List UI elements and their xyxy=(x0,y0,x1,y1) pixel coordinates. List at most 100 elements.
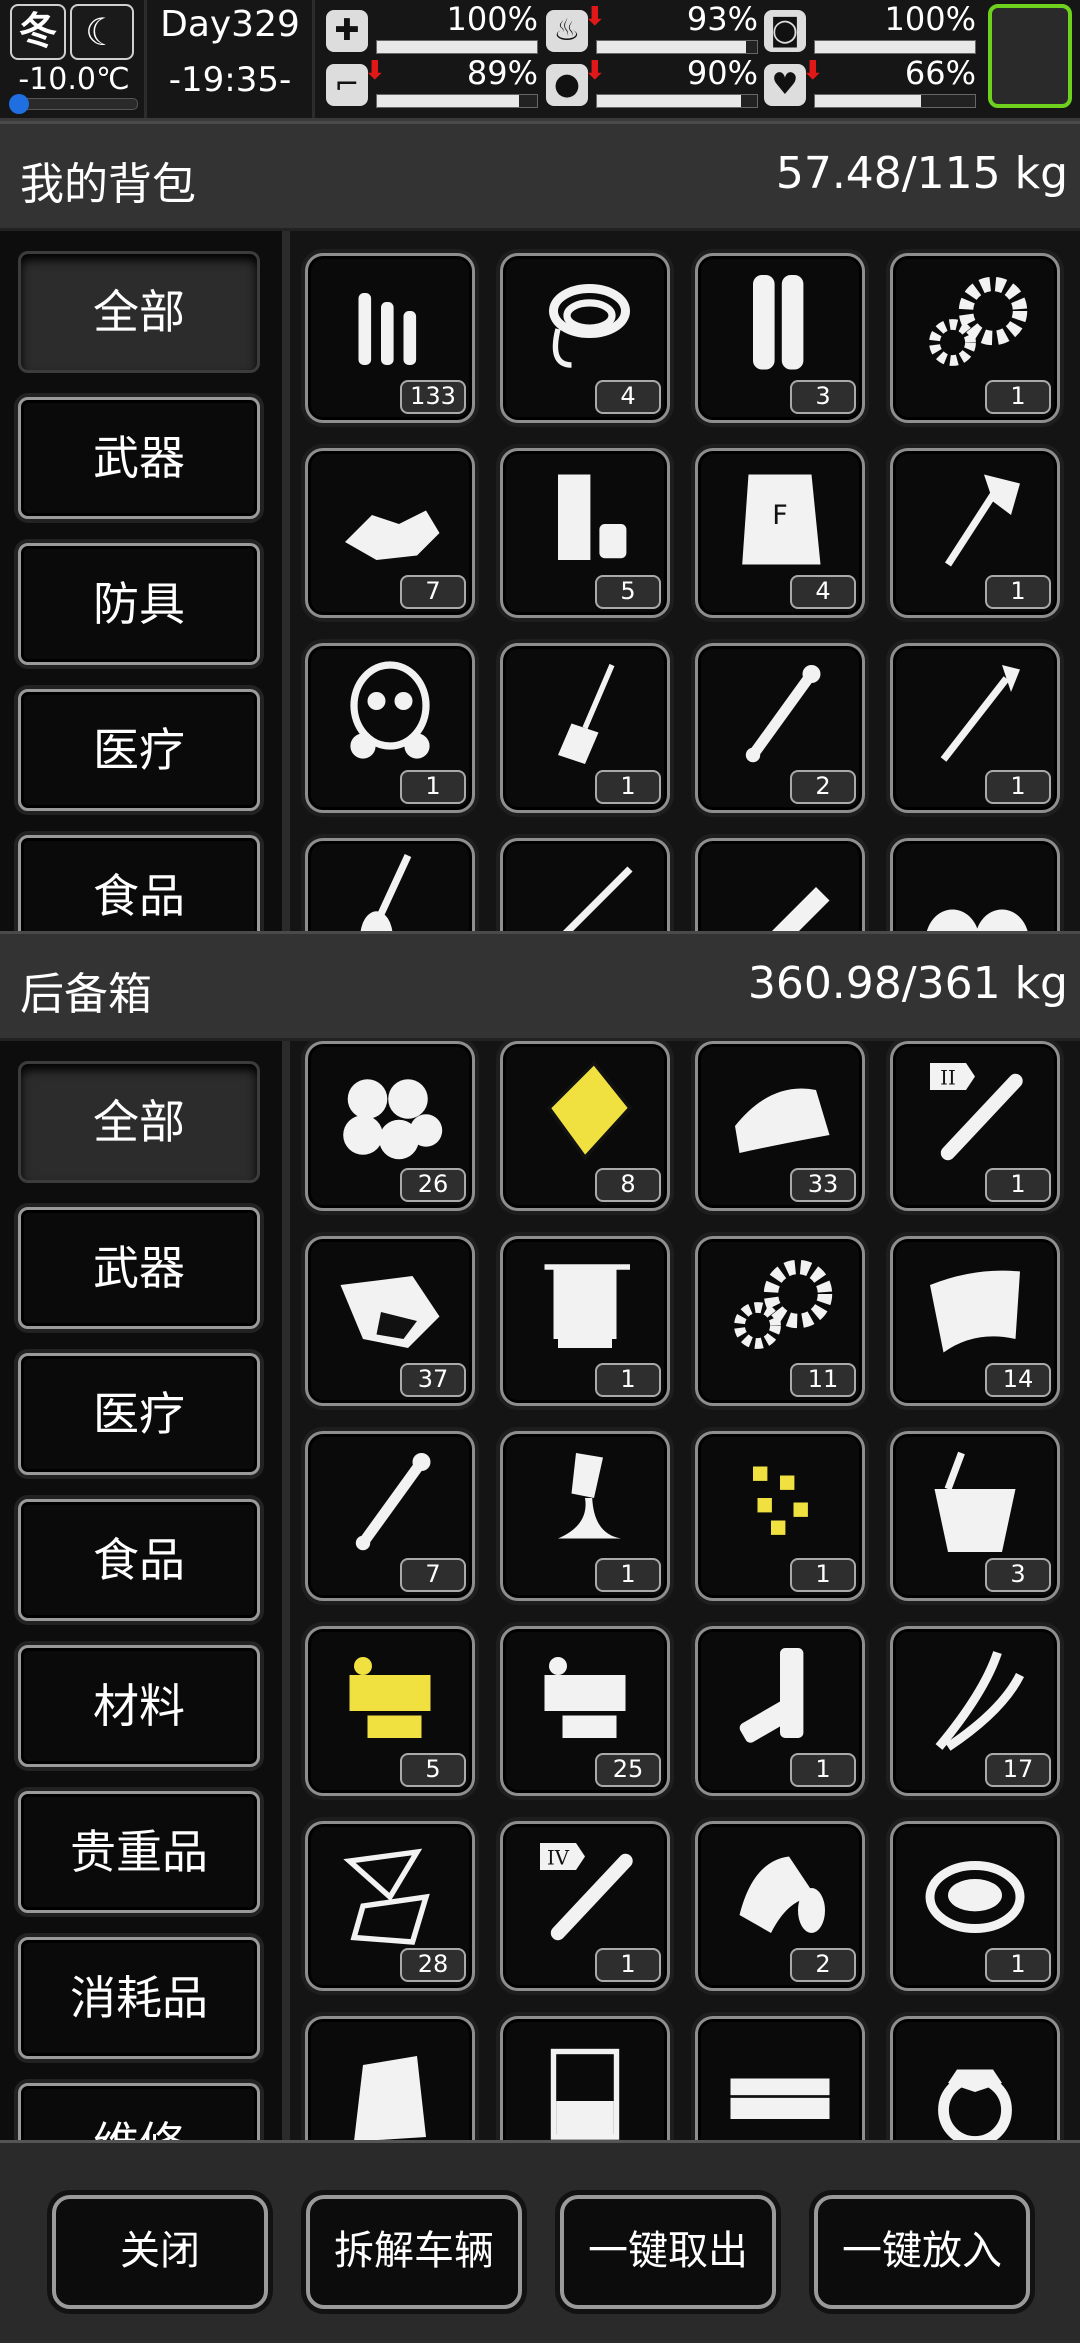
tab-trunk-3[interactable]: 食品 xyxy=(18,1499,260,1621)
yellow-electronics-icon xyxy=(349,1657,431,1738)
stat-stomach: ♨ ⬇ 93% xyxy=(546,0,758,56)
status-bar: 冬 ☾ -10.0℃ Day329 -19:35- ✚ 100% ♨ ⬇ 93% ◙ 100… xyxy=(0,0,1080,121)
tab-backpack-2[interactable]: 防具 xyxy=(18,543,260,665)
item-slot[interactable]: 2 xyxy=(695,643,865,813)
item-slot[interactable] xyxy=(305,838,475,931)
item-slot[interactable]: 1 xyxy=(500,1431,670,1601)
tab-backpack-1[interactable]: 武器 xyxy=(18,397,260,519)
item-count: 33 xyxy=(790,1168,856,1202)
item-slot[interactable]: IV 1 xyxy=(500,1821,670,1991)
gears-icon xyxy=(929,276,1028,366)
stat-medkit: ✚ 100% xyxy=(326,0,538,56)
item-slot[interactable] xyxy=(890,838,1060,931)
item-slot[interactable] xyxy=(500,838,670,931)
item-slot[interactable]: 1 xyxy=(305,643,475,813)
item-slot[interactable]: 1 xyxy=(890,643,1060,813)
item-slot[interactable]: 14 xyxy=(890,1236,1060,1406)
stat-bar xyxy=(814,94,976,108)
tab-trunk-7[interactable]: 维修 xyxy=(18,2083,260,2140)
item-slot[interactable]: 37 xyxy=(305,1236,475,1406)
yellow-nuggets-icon xyxy=(753,1466,808,1535)
knee-pads-icon xyxy=(926,909,1028,931)
shells-icon xyxy=(753,275,804,370)
spear-icon xyxy=(940,665,1020,762)
item-slot[interactable] xyxy=(890,2016,1060,2140)
item-slot[interactable]: 7 xyxy=(305,1431,475,1601)
tape-roll-icon xyxy=(739,1856,825,1933)
item-slot[interactable]: 5 xyxy=(305,1626,475,1796)
tab-trunk-2[interactable]: 医疗 xyxy=(18,1353,260,1475)
rope-icon xyxy=(549,284,630,368)
item-slot[interactable]: 3 xyxy=(890,1431,1060,1601)
item-count: 5 xyxy=(595,575,661,609)
yellow-plate-icon xyxy=(546,1060,633,1161)
glue-icon xyxy=(558,1453,621,1539)
close-button[interactable]: 关闭 xyxy=(52,2195,268,2309)
item-slot[interactable]: 33 xyxy=(695,1041,865,1211)
item-slot[interactable]: 3 xyxy=(695,253,865,423)
stat-bar xyxy=(376,40,538,54)
trunk-category-tabs: 全部武器医疗食品材料贵重品消耗品维修 xyxy=(0,1041,285,2140)
item-slot[interactable]: 17 xyxy=(890,1626,1060,1796)
tab-backpack-0[interactable]: 全部 xyxy=(18,251,260,373)
item-slot[interactable] xyxy=(695,2016,865,2140)
test-tube-ii-icon: II xyxy=(930,1063,1023,1161)
item-slot[interactable]: 7 xyxy=(305,448,475,618)
tab-trunk-5[interactable]: 贵重品 xyxy=(18,1791,260,1913)
item-slot[interactable]: 11 xyxy=(695,1236,865,1406)
stat-value: 93% xyxy=(686,0,758,38)
item-count: 7 xyxy=(400,575,466,609)
item-slot[interactable]: II 1 xyxy=(890,1041,1060,1211)
item-slot[interactable]: 1 xyxy=(500,643,670,813)
pipe-icon xyxy=(745,665,821,763)
take-all-button[interactable]: 一键取出 xyxy=(560,2195,776,2309)
cans-icon xyxy=(558,474,627,560)
season-badge: 冬 xyxy=(10,4,66,60)
item-slot[interactable]: 26 xyxy=(305,1041,475,1211)
item-count: 7 xyxy=(400,1558,466,1592)
stat-bar xyxy=(376,94,538,108)
put-all-button[interactable]: 一键放入 xyxy=(814,2195,1030,2309)
item-slot[interactable]: 2 xyxy=(695,1821,865,1991)
tab-backpack-4[interactable]: 食品 xyxy=(18,835,260,931)
item-slot[interactable]: 25 xyxy=(500,1626,670,1796)
stat-value: 89% xyxy=(466,54,538,92)
item-slot[interactable]: 4 xyxy=(500,253,670,423)
backpack-item-grid[interactable]: 133 4 3 1 7 5 F 4 1 1 1 2 1 xyxy=(290,231,1080,931)
minimap-button[interactable] xyxy=(988,4,1072,108)
item-count: 14 xyxy=(985,1363,1051,1397)
tab-trunk-0[interactable]: 全部 xyxy=(18,1061,260,1183)
item-slot[interactable]: 1 xyxy=(890,1821,1060,1991)
item-slot[interactable] xyxy=(500,2016,670,2140)
item-slot[interactable]: 1 xyxy=(500,1236,670,1406)
item-slot[interactable]: 5 xyxy=(500,448,670,618)
tab-trunk-4[interactable]: 材料 xyxy=(18,1645,260,1767)
beaker-icon xyxy=(550,2048,620,2140)
item-slot[interactable]: 1 xyxy=(890,448,1060,618)
item-slot[interactable]: 133 xyxy=(305,253,475,423)
item-count: 1 xyxy=(790,1558,856,1592)
decrease-arrow-icon: ⬇ xyxy=(364,56,386,86)
item-slot[interactable] xyxy=(695,838,865,931)
fertilizer-bag-icon: F xyxy=(742,474,821,565)
test-tube-iv-icon: IV xyxy=(540,1843,633,1941)
item-slot[interactable]: 1 xyxy=(695,1626,865,1796)
game-clock: -19:35- xyxy=(168,60,292,100)
item-slot[interactable]: 1 xyxy=(890,253,1060,423)
item-count: 1 xyxy=(595,1558,661,1592)
item-slot[interactable]: 8 xyxy=(500,1041,670,1211)
tab-backpack-3[interactable]: 医疗 xyxy=(18,689,260,811)
item-slot[interactable]: F4 xyxy=(695,448,865,618)
item-count: 1 xyxy=(985,1168,1051,1202)
item-slot[interactable]: 1 xyxy=(695,1431,865,1601)
item-slot[interactable] xyxy=(305,2016,475,2140)
tab-trunk-6[interactable]: 消耗品 xyxy=(18,1937,260,2059)
item-slot[interactable]: 28 xyxy=(305,1821,475,1991)
tab-trunk-1[interactable]: 武器 xyxy=(18,1207,260,1329)
trunk-weight: 360.98/361 kg xyxy=(747,958,1068,1009)
item-count: 2 xyxy=(790,1948,856,1982)
trunk-item-grid[interactable]: 26 8 33 II 1 37 1 11 14 7 1 1 3 5 25 1 17 28 IV 1 2 1 xyxy=(290,1041,1080,2140)
dismantle-vehicle-button[interactable]: 拆解车辆 xyxy=(306,2195,522,2309)
temperature-indicator-icon xyxy=(9,94,29,114)
bladder-icon: ◙ xyxy=(764,10,806,52)
